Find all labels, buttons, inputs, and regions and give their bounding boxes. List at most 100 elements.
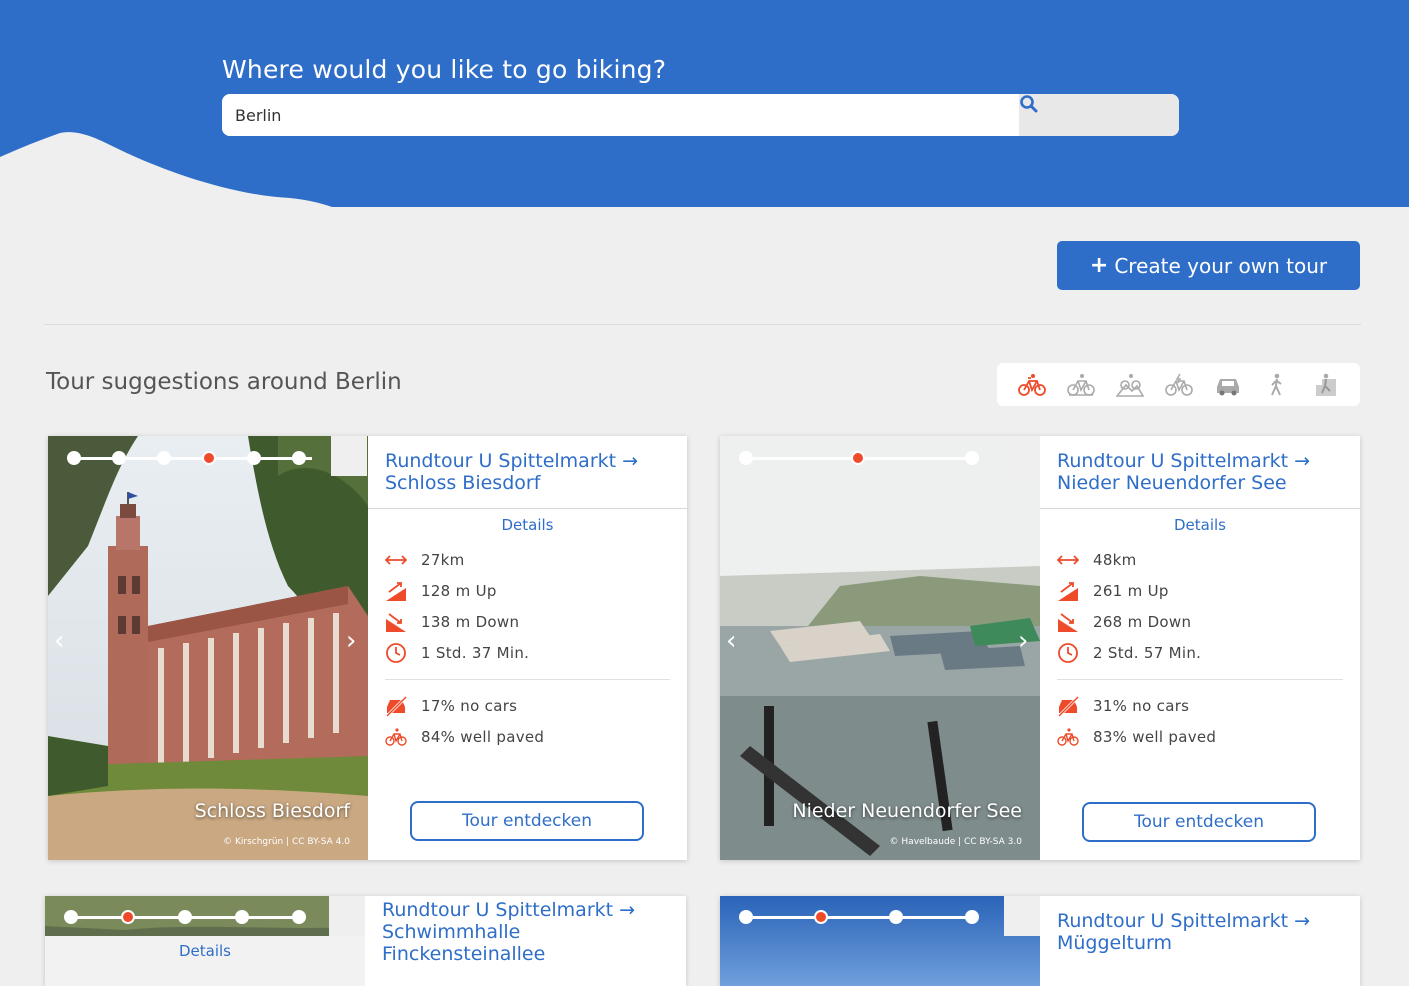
route-map-thumbnail[interactable] xyxy=(1004,896,1040,936)
mode-road-bike[interactable] xyxy=(1065,369,1097,401)
mode-bike[interactable] xyxy=(1016,369,1048,401)
tour-title[interactable]: Rundtour U Spittelmarkt → Müggelturm xyxy=(1057,910,1344,954)
descent-icon xyxy=(385,611,407,633)
slide-dot[interactable] xyxy=(292,910,306,924)
slide-dot[interactable] xyxy=(965,910,979,924)
section-title: Tour suggestions around Berlin xyxy=(46,369,402,395)
route-map-thumbnail[interactable] xyxy=(1004,436,1040,476)
title-divider xyxy=(368,508,687,509)
tour-title[interactable]: Rundtour U Spittelmarkt → Nieder Neuendo… xyxy=(1057,450,1344,494)
slide-dot[interactable] xyxy=(965,451,979,465)
tour-photo[interactable]: ‹ › Schloss Biesdorf © Kirschgrün | CC B… xyxy=(48,436,368,860)
stat-duration: 2 Std. 57 Min. xyxy=(1057,642,1201,664)
tour-title[interactable]: Rundtour U Spittelmarkt → Schwimmhalle F… xyxy=(382,899,670,965)
mode-mountain-bike[interactable] xyxy=(1114,369,1146,401)
descent-value: 138 m Down xyxy=(421,613,520,631)
tour-card[interactable]: ‹ › Schloss Biesdorf © Kirschgrün | CC B… xyxy=(48,436,687,860)
stat-ascent: 261 m Up xyxy=(1057,580,1169,602)
no-cars-value: 31% no cars xyxy=(1093,697,1190,715)
distance-icon xyxy=(1057,549,1079,571)
hiking-icon xyxy=(1270,373,1282,395)
no-cars-value: 17% no cars xyxy=(421,697,518,715)
tour-photo[interactable] xyxy=(720,896,1040,986)
search-button[interactable] xyxy=(1019,94,1179,136)
photo-caption: Schloss Biesdorf xyxy=(194,800,350,822)
discover-tour-button[interactable]: Tour entdecken xyxy=(1082,802,1316,842)
slide-dot[interactable] xyxy=(67,451,81,465)
bike-icon xyxy=(1017,373,1046,396)
stat-distance: 48km xyxy=(1057,549,1137,571)
tour-photo[interactable]: ‹ › Nieder Neuendorfer See © Havelbaude … xyxy=(720,436,1040,860)
details-link[interactable]: Details xyxy=(1040,516,1360,534)
no-car-icon xyxy=(1057,695,1079,717)
e-bike-icon xyxy=(1164,373,1193,396)
stat-descent: 138 m Down xyxy=(385,611,519,633)
tour-info: Rundtour U Spittelmarkt → Nieder Neuendo… xyxy=(1040,436,1360,860)
create-tour-label: Create your own tour xyxy=(1114,253,1328,278)
prev-slide-icon[interactable]: ‹ xyxy=(54,626,64,656)
tour-photo[interactable]: Details xyxy=(45,896,365,986)
details-link[interactable]: Details xyxy=(45,942,365,960)
route-map-thumbnail[interactable] xyxy=(329,896,365,936)
mode-climbing[interactable] xyxy=(1310,369,1342,401)
paved-value: 84% well paved xyxy=(421,728,545,746)
slide-dot[interactable] xyxy=(247,451,261,465)
next-slide-icon[interactable]: › xyxy=(346,626,356,656)
paved-bike-icon xyxy=(1057,726,1079,748)
section-divider xyxy=(44,324,1361,325)
slide-dot[interactable] xyxy=(64,910,78,924)
climbing-icon xyxy=(1315,373,1336,396)
slide-dot[interactable] xyxy=(739,910,753,924)
paved-bike-icon xyxy=(385,726,407,748)
slide-dot[interactable] xyxy=(292,451,306,465)
duration-value: 2 Std. 57 Min. xyxy=(1093,644,1202,662)
no-car-icon xyxy=(385,695,407,717)
search-icon xyxy=(1020,95,1038,113)
stat-paved: 83% well paved xyxy=(1057,726,1216,748)
slide-dot-active[interactable] xyxy=(202,451,216,465)
slide-dot[interactable] xyxy=(112,451,126,465)
paved-value: 83% well paved xyxy=(1093,728,1217,746)
tour-card[interactable]: ‹ › Nieder Neuendorfer See © Havelbaude … xyxy=(720,436,1360,860)
photo-caption: Nieder Neuendorfer See xyxy=(792,800,1022,822)
stats-divider xyxy=(1057,679,1343,680)
stat-paved: 84% well paved xyxy=(385,726,544,748)
tour-card[interactable]: Rundtour U Spittelmarkt → Müggelturm xyxy=(720,896,1360,986)
create-tour-button[interactable]: + Create your own tour xyxy=(1057,241,1360,290)
stat-ascent: 128 m Up xyxy=(385,580,497,602)
mountain-bike-icon xyxy=(1115,373,1144,397)
hero-title: Where would you like to go biking? xyxy=(222,55,667,84)
mode-hiking[interactable] xyxy=(1261,369,1293,401)
hero-banner: Where would you like to go biking? xyxy=(0,0,1409,210)
mode-car[interactable] xyxy=(1212,369,1244,401)
distance-value: 27km xyxy=(421,551,465,569)
clock-icon xyxy=(385,642,407,664)
stat-no-cars: 17% no cars xyxy=(385,695,517,717)
photo-credit: © Kirschgrün | CC BY-SA 4.0 xyxy=(223,837,350,847)
road-bike-icon xyxy=(1066,373,1095,396)
details-link[interactable]: Details xyxy=(368,516,687,534)
slide-dot-active[interactable] xyxy=(851,451,865,465)
slide-dot[interactable] xyxy=(739,451,753,465)
mode-e-bike[interactable] xyxy=(1163,369,1195,401)
slide-dot[interactable] xyxy=(889,910,903,924)
descent-value: 268 m Down xyxy=(1093,613,1192,631)
slide-dot-active[interactable] xyxy=(121,910,135,924)
slide-dot[interactable] xyxy=(235,910,249,924)
stat-duration: 1 Std. 37 Min. xyxy=(385,642,529,664)
next-slide-icon[interactable]: › xyxy=(1018,626,1028,656)
prev-slide-icon[interactable]: ‹ xyxy=(726,626,736,656)
tour-title[interactable]: Rundtour U Spittelmarkt → Schloss Biesdo… xyxy=(385,450,671,494)
slide-track xyxy=(746,916,972,919)
route-map-thumbnail[interactable] xyxy=(331,436,367,476)
search-input[interactable] xyxy=(222,94,1018,136)
slide-dot-active[interactable] xyxy=(814,910,828,924)
tour-card[interactable]: Details Rundtour U Spittelmarkt → Schwim… xyxy=(45,896,686,986)
slide-dot[interactable] xyxy=(178,910,192,924)
ascent-icon xyxy=(1057,580,1079,602)
slide-dot[interactable] xyxy=(157,451,171,465)
ascent-value: 128 m Up xyxy=(421,582,497,600)
search-bar xyxy=(222,94,1179,136)
discover-tour-button[interactable]: Tour entdecken xyxy=(410,801,644,841)
title-divider xyxy=(1040,508,1360,509)
